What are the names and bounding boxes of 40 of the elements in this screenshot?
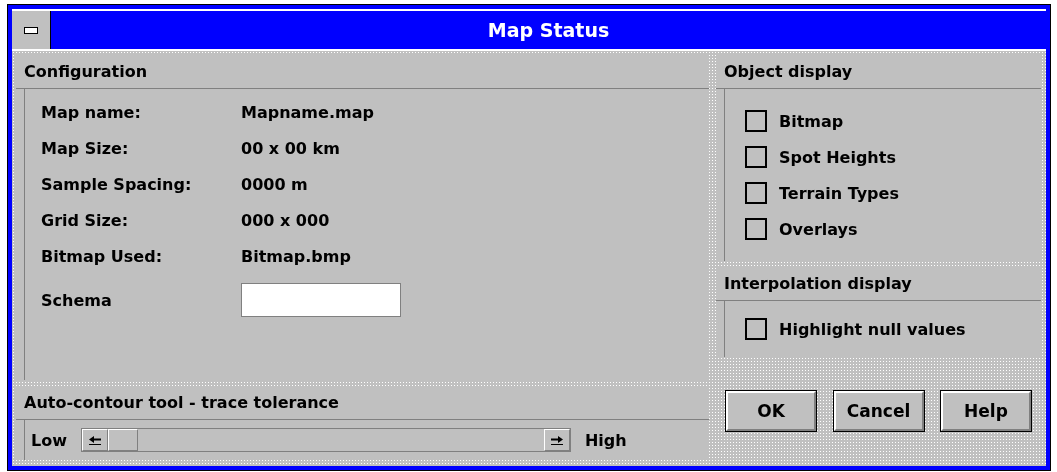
checkbox[interactable] bbox=[745, 146, 767, 168]
slider-label: Low bbox=[31, 430, 67, 450]
checkbox[interactable] bbox=[745, 318, 767, 340]
checkbox[interactable] bbox=[745, 182, 767, 204]
right-arrow-icon bbox=[549, 435, 564, 445]
dialog-button[interactable]: OK bbox=[726, 391, 816, 431]
panel-title: Object display bbox=[724, 62, 853, 81]
system-menu-button[interactable] bbox=[12, 11, 51, 49]
dialog-button[interactable]: Help bbox=[941, 391, 1031, 431]
panel-title: Interpolation display bbox=[724, 274, 912, 293]
field-label: Schema bbox=[41, 290, 113, 310]
field-value: Mapname.map bbox=[241, 103, 375, 122]
checkbox-label[interactable]: Terrain Types bbox=[779, 183, 899, 203]
field-label: Map Size: bbox=[41, 139, 130, 158]
slider-label: High bbox=[584, 430, 627, 450]
checkbox-label[interactable]: Highlight null values bbox=[779, 319, 966, 339]
scroll-left-button[interactable] bbox=[81, 429, 108, 451]
scroll-right-button[interactable] bbox=[543, 429, 570, 451]
checkbox[interactable] bbox=[745, 110, 767, 132]
field-label: Map name: bbox=[41, 103, 142, 122]
checkbox-label[interactable]: Bitmap bbox=[779, 111, 844, 131]
dash-icon bbox=[24, 26, 38, 34]
schema-input[interactable] bbox=[241, 283, 401, 317]
field-value: Bitmap.bmp bbox=[241, 247, 352, 266]
field-label: Sample Spacing: bbox=[41, 175, 193, 194]
field-value: 0000 m bbox=[241, 175, 309, 194]
field-label: Bitmap Used: bbox=[41, 247, 164, 266]
window-title: Map Status bbox=[486, 19, 611, 41]
dialog-button[interactable]: Cancel bbox=[833, 391, 924, 431]
panel-title: Configuration bbox=[24, 62, 148, 81]
panel-title: Auto-contour tool - trace tolerance bbox=[24, 393, 339, 412]
field-label: Grid Size: bbox=[41, 211, 130, 230]
slider-track[interactable] bbox=[80, 428, 571, 452]
checkbox-label[interactable]: Spot Heights bbox=[779, 147, 896, 167]
slider-thumb[interactable] bbox=[107, 429, 138, 451]
checkbox-label[interactable]: Overlays bbox=[779, 219, 858, 239]
field-value: 00 x 00 km bbox=[241, 139, 341, 158]
field-value: 000 x 000 bbox=[241, 211, 331, 230]
left-arrow-icon bbox=[87, 435, 102, 445]
checkbox[interactable] bbox=[745, 218, 767, 240]
